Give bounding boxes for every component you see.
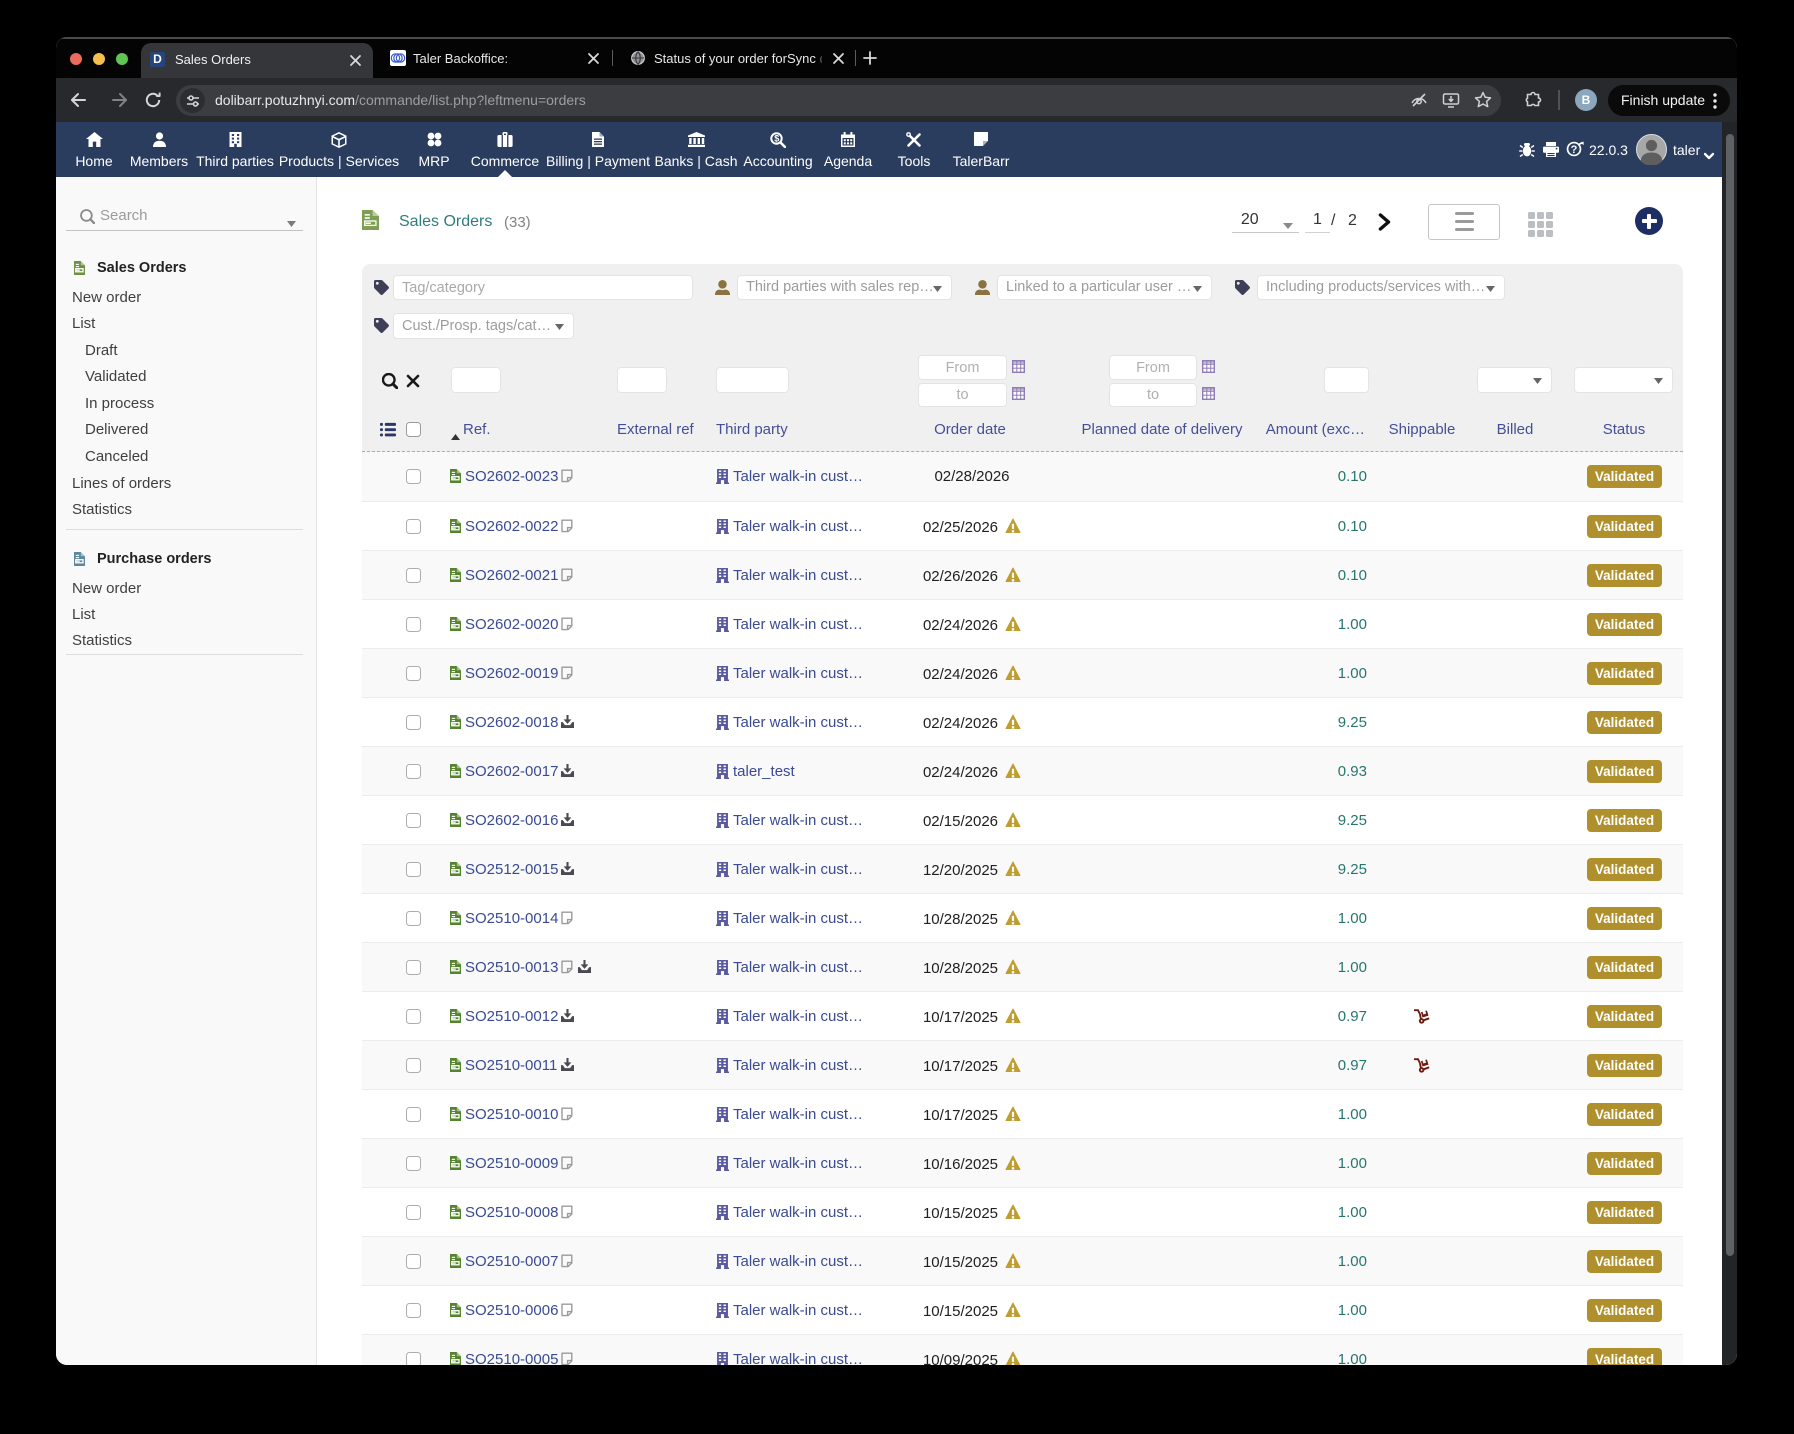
svg-text:?: ? xyxy=(1571,144,1578,156)
